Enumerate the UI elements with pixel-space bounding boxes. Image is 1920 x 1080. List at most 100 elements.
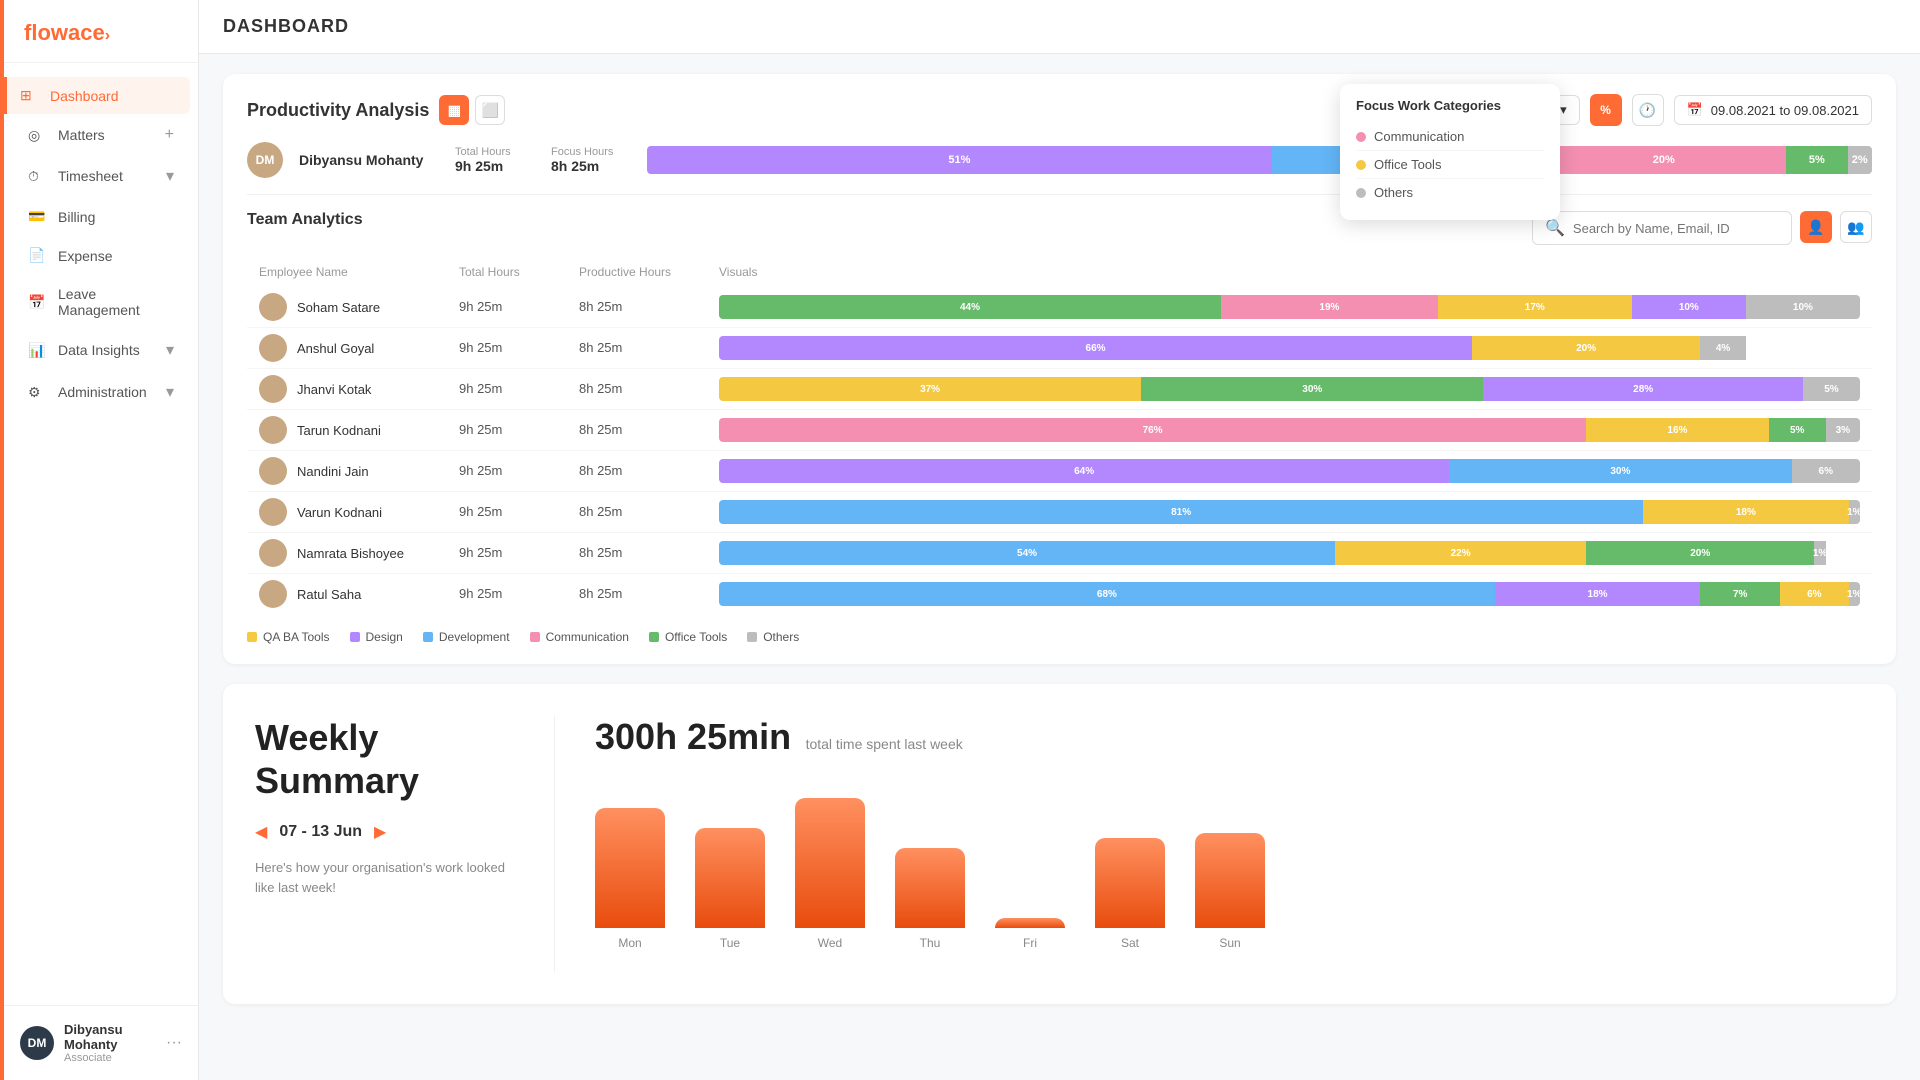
sidebar-item-billing[interactable]: 💳 Billing [12,198,190,235]
total-hours: 300h 25min [595,716,791,757]
col-productive: Productive Hours [567,257,707,287]
group-view-button[interactable]: 👥 [1840,211,1872,243]
col-total: Total Hours [447,257,567,287]
table-row: Tarun Kodnani9h 25m8h 25m76%16%5%3% [247,410,1872,451]
user-name: Dibyansu Mohanty [299,152,439,168]
chart-bar [695,828,765,928]
avatar [259,375,287,403]
card-header: Productivity Analysis ▦ ⬜ Focus with Wor… [247,94,1872,126]
percent-button[interactable]: % [1590,94,1622,126]
avatar [259,457,287,485]
date-range-picker[interactable]: 📅 09.08.2021 to 09.08.2021 [1674,95,1872,125]
avatar [259,416,287,444]
sidebar-item-administration[interactable]: ⚙ Administration ▾ [12,372,190,412]
card-title-icons: ▦ ⬜ [439,95,505,125]
employee-info: Namrata Bishoyee [259,539,435,567]
search-input[interactable] [1573,221,1779,236]
sidebar-item-matters[interactable]: ◎ Matters + [12,116,190,154]
total-hours-cell: 9h 25m [447,492,567,533]
focus-item-communication[interactable]: Communication [1356,123,1544,151]
page-title: DASHBOARD [223,16,1896,37]
productivity-card: Productivity Analysis ▦ ⬜ Focus with Wor… [223,74,1896,664]
legend-dot-green [649,632,659,642]
user-view-button[interactable]: 👤 [1800,211,1832,243]
total-hours-cell: 9h 25m [447,533,567,574]
productive-hours-cell: 8h 25m [567,492,707,533]
user-role: Associate [64,1052,166,1064]
total-hours-value: 9h 25m [459,381,502,396]
total-hours-value: 9h 25m [459,340,502,355]
sidebar-item-label: Data Insights [58,342,166,358]
total-hours-cell: 9h 25m [447,369,567,410]
clock-button[interactable]: 🕐 [1632,94,1664,126]
main-content: DASHBOARD Productivity Analysis ▦ ⬜ Focu… [199,0,1920,1080]
bar-chart-icon[interactable]: ▦ [439,95,469,125]
sidebar-nav: ⊞ Dashboard ◎ Matters + ⏱ Timesheet ▾ 💳 … [4,63,198,1005]
sidebar-item-label: Timesheet [58,168,166,184]
focus-item-others[interactable]: Others [1356,179,1544,206]
sidebar-item-label: Billing [58,209,174,225]
total-hours-cell: 9h 25m [447,574,567,615]
sidebar-item-dashboard[interactable]: ⊞ Dashboard [4,77,190,114]
sidebar-item-expense[interactable]: 📄 Expense [12,237,190,274]
bar-segment-gray: 2% [1848,146,1873,174]
team-header-controls: 🔍 👤 👥 [1532,211,1872,245]
sidebar-item-leave-management[interactable]: 📅 Leave Management [12,276,190,328]
sidebar-item-data-insights[interactable]: 📊 Data Insights ▾ [12,330,190,370]
bar-segment: 64% [719,459,1449,483]
bar-segment: 20% [1586,541,1814,565]
bar-segment-purple: 51% [647,146,1272,174]
chart-bar-label: Thu [920,936,941,950]
chevron-down-icon: ▾ [166,340,174,360]
legend-item-qa: QA BA Tools [247,630,330,644]
emp-name: Namrata Bishoyee [297,546,404,561]
avatar [259,334,287,362]
sidebar-item-timesheet[interactable]: ⏱ Timesheet ▾ [12,156,190,196]
productive-hours-value: 8h 25m [579,463,622,478]
productive-hours-value: 8h 25m [579,340,622,355]
focus-categories-panel: Focus Work Categories Communication Offi… [1340,84,1560,220]
avatar: DM [247,142,283,178]
productive-hours-cell: 8h 25m [567,287,707,328]
productive-hours-cell: 8h 25m [567,410,707,451]
chart-bar-column: Wed [795,798,865,950]
chart-bar-label: Fri [1023,936,1037,950]
chart-bar [1195,833,1265,928]
bar-segment: 54% [719,541,1335,565]
sidebar-item-label: Leave Management [58,286,174,318]
chart-bar [595,808,665,928]
content-area: Productivity Analysis ▦ ⬜ Focus with Wor… [199,54,1920,1024]
productivity-bar: 44%19%17%10%10% [719,295,1860,319]
others-dot [1356,188,1366,198]
weekly-summary-card: WeeklySummary ◀ 07 - 13 Jun ▶ Here's how… [223,684,1896,1004]
billing-icon: 💳 [28,208,48,225]
focus-item-office-tools[interactable]: Office Tools [1356,151,1544,179]
legend-item-office: Office Tools [649,630,727,644]
more-button[interactable]: ··· [166,1034,182,1052]
table-row: Ratul Saha9h 25m8h 25m68%18%7%6%1% [247,574,1872,615]
focus-hours-stat: Focus Hours 8h 25m [551,146,631,174]
next-week-button[interactable]: ▶ [374,822,386,842]
team-analytics-header: Team Analytics 🔍 👤 👥 [247,211,1872,245]
visuals-cell: 76%16%5%3% [707,410,1872,451]
emp-name: Ratul Saha [297,587,361,602]
legend-dot-yellow [247,632,257,642]
emp-name: Anshul Goyal [297,341,374,356]
productive-hours-cell: 8h 25m [567,369,707,410]
expense-icon: 📄 [28,247,48,264]
bar-segment: 68% [719,582,1495,606]
chart-bar [1095,838,1165,928]
week-label: 07 - 13 Jun [279,823,362,841]
bar-segment: 66% [719,336,1472,360]
bar-segment: 30% [1141,377,1483,401]
weekly-description: Here's how your organisation's work look… [255,858,514,897]
total-hours-cell: 9h 25m [447,328,567,369]
search-bar: 🔍 [1532,211,1792,245]
prev-week-button[interactable]: ◀ [255,822,267,842]
bar-segment: 28% [1483,377,1802,401]
productivity-bar: 37%30%28%5% [719,377,1860,401]
total-hours-value: 9h 25m [459,504,502,519]
export-icon[interactable]: ⬜ [475,95,505,125]
col-employee: Employee Name [247,257,447,287]
chart-bar-column: Sun [1195,833,1265,950]
